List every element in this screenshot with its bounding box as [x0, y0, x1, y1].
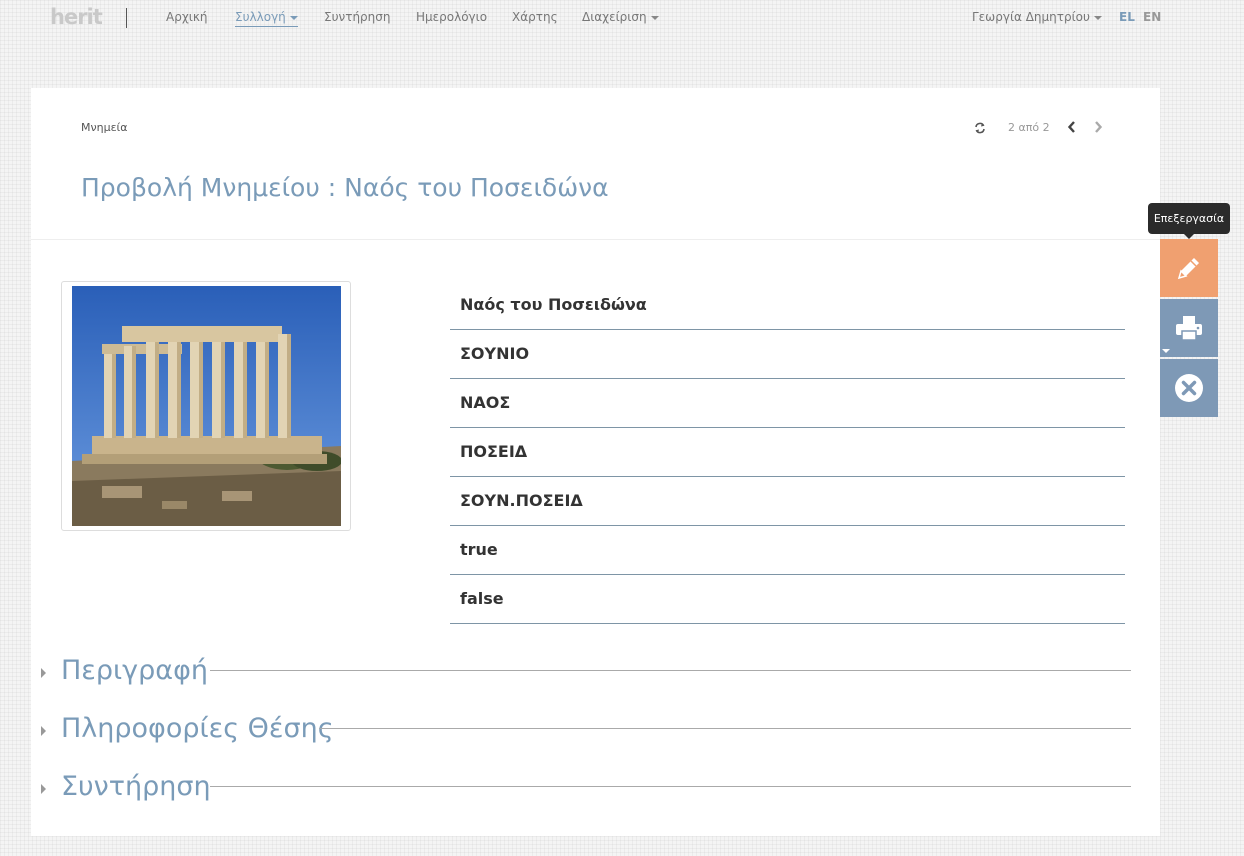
- caret-right-icon: [41, 668, 46, 678]
- nav-collection-label: Συλλογή: [235, 10, 286, 24]
- field-row: true: [450, 526, 1125, 575]
- lang-el-link[interactable]: EL: [1119, 10, 1135, 24]
- lang-en-link[interactable]: EN: [1143, 10, 1161, 24]
- refresh-icon[interactable]: [974, 119, 986, 138]
- field-row: Ναός του Ποσειδώνα: [450, 281, 1125, 330]
- section-divider: [210, 786, 1131, 787]
- nav-home-label: Αρχική: [166, 10, 208, 24]
- section-conservation[interactable]: Συντήρηση: [31, 767, 1131, 807]
- nav-item-admin[interactable]: Διαχείριση: [582, 10, 659, 24]
- field-row: ΠΟΣΕΙΔ: [450, 428, 1125, 477]
- user-menu[interactable]: Γεωργία Δημητρίου: [972, 10, 1102, 24]
- section-divider: [210, 670, 1131, 671]
- caret-down-icon: [1093, 15, 1102, 20]
- nav-item-map[interactable]: Χάρτης: [512, 10, 558, 24]
- nav-calendar-label: Ημερολόγιο: [416, 10, 488, 24]
- monument-photo: [72, 286, 341, 526]
- field-value: ΝΑΟΣ: [460, 393, 511, 412]
- nav-item-calendar[interactable]: Ημερολόγιο: [416, 10, 487, 24]
- field-row: ΝΑΟΣ: [450, 379, 1125, 428]
- print-menu-caret-icon: [1162, 349, 1170, 353]
- field-row: false: [450, 575, 1125, 624]
- pencil-icon: [1177, 258, 1199, 280]
- chevron-left-icon[interactable]: [1067, 119, 1077, 138]
- nav-item-collection[interactable]: Συλλογή: [235, 10, 298, 27]
- section-title: Περιγραφή: [61, 655, 209, 686]
- page-title: Προβολή Μνημείου : Ναός του Ποσειδώνα: [81, 173, 609, 202]
- field-list: Ναός του Ποσειδώνα ΣΟΥΝΙΟ ΝΑΟΣ ΠΟΣΕΙΔ ΣΟ…: [450, 281, 1125, 624]
- main-panel: Μνημεία 2 από 2 Προβολή Μνημείου : Ναός …: [31, 88, 1160, 836]
- caret-right-icon: [41, 726, 46, 736]
- edit-tooltip: Επεξεργασία: [1148, 203, 1230, 239]
- caret-right-icon: [41, 784, 46, 794]
- close-button[interactable]: [1160, 359, 1218, 417]
- field-value: ΠΟΣΕΙΔ: [460, 442, 528, 461]
- chevron-right-icon[interactable]: [1093, 119, 1103, 138]
- brand-logo[interactable]: herit: [50, 5, 103, 29]
- nav-item-home[interactable]: Αρχική: [166, 10, 208, 24]
- section-divider: [319, 728, 1131, 729]
- nav-map-label: Χάρτης: [512, 10, 558, 24]
- title-divider: [31, 239, 1160, 240]
- field-row: ΣΟΥΝΙΟ: [450, 330, 1125, 379]
- section-description[interactable]: Περιγραφή: [31, 651, 1131, 691]
- nav-item-conservation[interactable]: Συντήρηση: [324, 10, 391, 24]
- top-navbar: herit Αρχική Συλλογή Συντήρηση Ημερολόγι…: [0, 0, 1244, 36]
- section-title: Συντήρηση: [61, 771, 211, 802]
- edit-button[interactable]: [1160, 239, 1218, 297]
- nav-conservation-label: Συντήρηση: [324, 10, 391, 24]
- nav-admin-label: Διαχείριση: [582, 10, 647, 24]
- record-counter: 2 από 2: [1008, 121, 1050, 134]
- user-name: Γεωργία Δημητρίου: [972, 10, 1090, 24]
- monument-image-frame[interactable]: [61, 281, 351, 531]
- logo-divider: [126, 8, 127, 28]
- field-value: true: [460, 540, 498, 559]
- printer-icon: [1176, 316, 1202, 341]
- breadcrumb[interactable]: Μνημεία: [81, 121, 128, 134]
- caret-down-icon: [289, 15, 298, 20]
- caret-down-icon: [650, 15, 659, 20]
- section-title: Πληροφορίες Θέσης: [61, 713, 334, 744]
- field-row: ΣΟΥΝ.ΠΟΣΕΙΔ: [450, 477, 1125, 526]
- close-circle-icon: [1175, 374, 1203, 402]
- field-value: Ναός του Ποσειδώνα: [460, 295, 647, 314]
- field-value: false: [460, 589, 504, 608]
- section-location-info[interactable]: Πληροφορίες Θέσης: [31, 709, 1131, 749]
- field-value: ΣΟΥΝΙΟ: [460, 344, 530, 363]
- field-value: ΣΟΥΝ.ΠΟΣΕΙΔ: [460, 491, 583, 510]
